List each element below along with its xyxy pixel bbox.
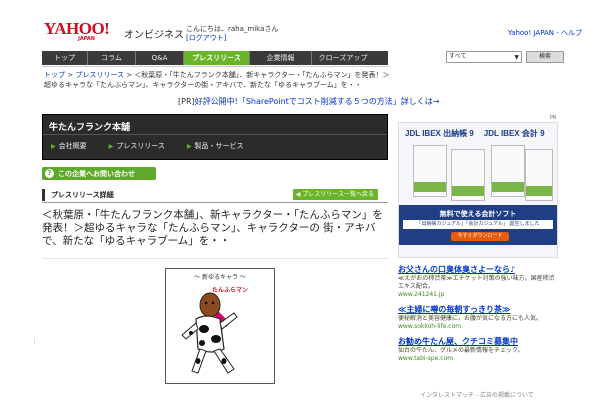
ad-product-2: JDL IBEX 会計 9: [483, 129, 545, 138]
company-divider: [43, 134, 387, 135]
press-headline: ＜秋葉原・「牛たんフランク本舗」、新キャラクター・「たんふらマン」を発表！＞超ゆ…: [42, 209, 383, 247]
yahoo-logo-sub: JAPAN: [78, 36, 95, 42]
pr-tag: PR: [550, 115, 557, 121]
ad-free-panel: 無料で使える会計ソフト 「出納帳カジュアル」「会計カジュアル」 誕生しました 今…: [399, 205, 557, 245]
company-link-label: プレスリリース: [116, 142, 165, 150]
ad-footer[interactable]: インタレストマッチ - 広告の掲載について: [420, 390, 534, 399]
company-name[interactable]: 牛たんフランク本舗: [49, 120, 130, 133]
ad-url[interactable]: www.sokkoh-life.com: [398, 323, 558, 331]
product-box-icon: [525, 149, 553, 201]
ad-free-title: 無料で使える会計ソフト: [439, 210, 517, 218]
mascot-image: 〜 新ゆるキャラ 〜 たんふらマン: [165, 268, 275, 384]
search-area: すべて ▼ 検索: [446, 51, 564, 63]
image-frame: 〜 新ゆるキャラ 〜 たんふらマン: [42, 258, 388, 392]
logout-link[interactable]: [ログアウト]: [186, 33, 226, 43]
text-ad[interactable]: お父さんの口臭体臭さよーなら♪ ≪えがおの柿渋茶≫エチケット対策の強い味方。国産…: [398, 265, 558, 299]
product-box-icon: [451, 149, 485, 201]
download-button[interactable]: 今すぐダウンロード: [451, 232, 509, 241]
search-category-value: すべて: [449, 53, 467, 60]
triangle-right-icon: ▶: [108, 142, 114, 150]
triangle-right-icon: ▶: [51, 142, 56, 150]
inquiry-label: この企業へお問い合わせ: [58, 169, 135, 178]
side-marker: ┆: [33, 338, 37, 345]
section-underline: [42, 202, 388, 203]
ad-body: 便秘解消と美容健康に。お腹が気になる方にも人気。: [398, 315, 543, 322]
mascot-name-label: たんふらマン: [212, 287, 249, 294]
company-link-label: 製品・サービス: [194, 142, 244, 150]
nav-item-closeup[interactable]: クローズアップ: [312, 51, 374, 65]
back-to-list-button[interactable]: ◀ プレスリリース一覧へ戻る: [292, 189, 378, 200]
ad-headline[interactable]: お父さんの口臭体臭さよーなら♪: [398, 265, 558, 275]
ad-url[interactable]: www.241241.jp: [398, 291, 558, 299]
inquiry-button[interactable]: ? この企業へお問い合わせ: [42, 167, 156, 180]
ad-headline[interactable]: お勧め牛たん屋、クチコミ募集中: [398, 337, 558, 347]
back-button-label: プレスリリース一覧へ戻る: [302, 191, 374, 198]
nav-item-top[interactable]: トップ: [42, 51, 88, 65]
triangle-right-icon: ▶: [186, 142, 192, 150]
nav-divider: [42, 66, 388, 67]
breadcrumb-top[interactable]: トップ: [44, 71, 65, 79]
breadcrumb-separator: >: [65, 71, 76, 79]
text-ads: お父さんの口臭体臭さよーなら♪ ≪えがおの柿渋茶≫エチケット対策の強い味方。国産…: [398, 265, 558, 369]
breadcrumb: トップ > プレスリリース > ＜秋葉原・「牛たんフランク本舗」、新キャラクター…: [44, 70, 390, 90]
ad-banner[interactable]: JDL IBEX 出納帳 9 JDL IBEX 会計 9 無料で使える会計ソフト…: [398, 122, 558, 258]
product-box-icon: [491, 145, 525, 197]
header: YAHOO! JAPAN オンビジネス こんにちは、raha_mikaさん [ロ…: [0, 0, 600, 46]
company-link-label: 会社概要: [58, 142, 87, 150]
ad-free-sub: 「出納帳カジュアル」「会計カジュアル」 誕生しました: [403, 220, 553, 229]
section-header: プレスリリース詳細 ◀ プレスリリース一覧へ戻る: [42, 189, 388, 201]
nav-item-press-release[interactable]: プレスリリース: [184, 51, 250, 65]
pr-prefix: [PR]: [178, 97, 195, 106]
chevron-down-icon: ▼: [514, 54, 519, 61]
company-links: ▶ 会社概要 ▶ プレスリリース ▶ 製品・サービス: [51, 141, 244, 151]
company-link-products[interactable]: ▶ 製品・サービス: [187, 141, 244, 151]
mascot-illustration: [181, 292, 238, 374]
breadcrumb-separator: >: [123, 71, 135, 79]
pr-link[interactable]: 好評公開中!「SharePointでコスト削減する５つの方法」詳しくは→: [195, 97, 440, 106]
nav-item-column[interactable]: コラム: [88, 51, 136, 65]
company-box: 牛たんフランク本舗 ▶ 会社概要 ▶ プレスリリース ▶ 製品・サービス: [42, 114, 388, 160]
ad-body: ≪えがおの柿渋茶≫エチケット対策の強い味方。国産柿渋エキス配合。: [398, 275, 555, 290]
nav-item-qa[interactable]: Q&A: [136, 51, 184, 65]
section-title: プレスリリース詳細: [51, 191, 114, 199]
nav-item-company-info[interactable]: 企業情報: [250, 51, 312, 65]
search-category-select[interactable]: すべて ▼: [446, 51, 522, 63]
company-link-press[interactable]: ▶ プレスリリース: [109, 141, 165, 151]
ad-product-1: JDL IBEX 出納帳 9: [405, 129, 474, 138]
text-ad[interactable]: ≪主婦に噂の毎朝すっきり茶≫ 便秘解消と美容健康に。お腹が気になる方にも人気。 …: [398, 305, 558, 331]
company-link-overview[interactable]: ▶ 会社概要: [51, 141, 87, 151]
site-name[interactable]: オンビジネス: [124, 26, 184, 41]
ad-body: 仙台の牛たん、グルメの最新情報をチェック。: [398, 347, 524, 354]
text-ad[interactable]: お勧め牛たん屋、クチコミ募集中 仙台の牛たん、グルメの最新情報をチェック。 ww…: [398, 337, 558, 363]
search-button[interactable]: 検索: [526, 51, 564, 63]
product-box-icon: [413, 145, 447, 197]
main-nav: トップ コラム Q&A プレスリリース 企業情報 クローズアップ: [42, 51, 388, 65]
breadcrumb-press[interactable]: プレスリリース: [75, 71, 124, 79]
question-icon: ?: [45, 169, 54, 178]
pr-line: [PR]好評公開中!「SharePointでコスト削減する５つの方法」詳しくは→: [178, 96, 439, 107]
image-title: 〜 新ゆるキャラ 〜: [194, 274, 246, 281]
top-links[interactable]: Yahoo! JAPAN - ヘルプ: [508, 28, 582, 38]
yahoo-logo[interactable]: YAHOO!: [44, 20, 110, 37]
ad-title-row: JDL IBEX 出納帳 9 JDL IBEX 会計 9: [405, 128, 545, 139]
ad-url[interactable]: www.tabi-spe.com: [398, 355, 558, 363]
ad-headline[interactable]: ≪主婦に噂の毎朝すっきり茶≫: [398, 305, 558, 315]
